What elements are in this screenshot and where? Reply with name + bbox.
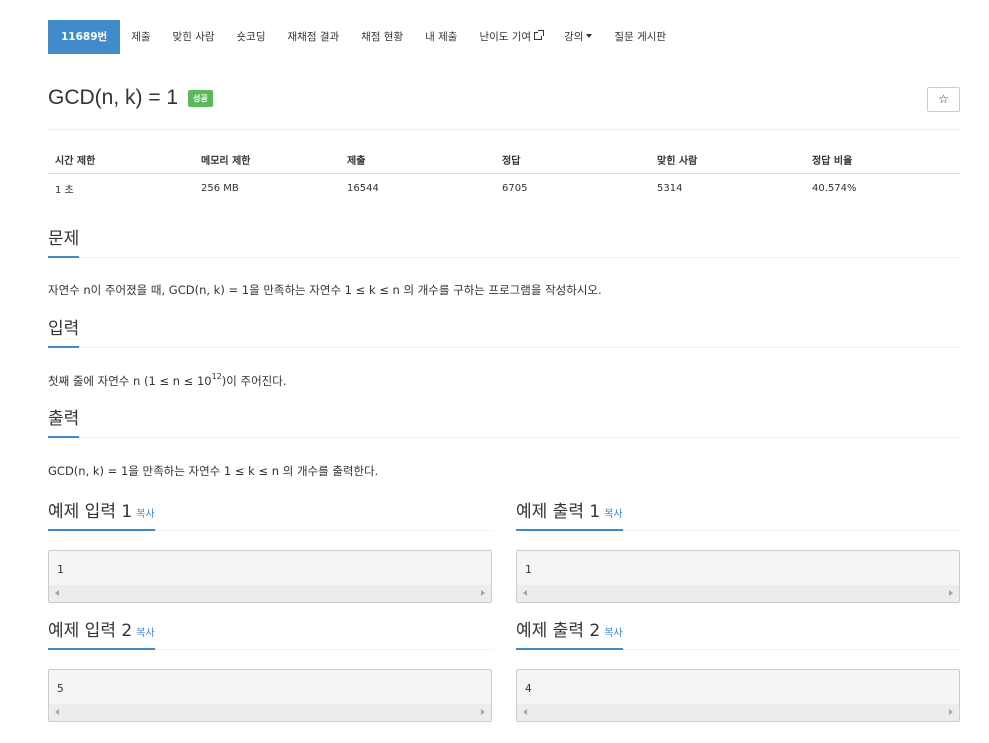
sample-input-1-value: 1 [57, 563, 64, 576]
copy-button[interactable]: 복사 [604, 628, 622, 639]
scroll-right-icon[interactable] [481, 709, 485, 715]
problem-info-table: 시간 제한 메모리 제한 제출 정답 맞힌 사람 정답 비율 1 초 256 M… [48, 146, 960, 202]
description-header: 문제 [48, 228, 960, 258]
sample-output-2-box[interactable]: 4 [516, 669, 960, 722]
tab-qna-board[interactable]: 질문 게시판 [603, 20, 677, 54]
sample-input-1-label: 예제 입력 1 [48, 502, 133, 522]
sample-output-2-title: 예제 출력 2 복사 [516, 620, 623, 650]
sample-output-1-title: 예제 출력 1 복사 [516, 501, 623, 531]
header-memory-limit: 메모리 제한 [201, 156, 251, 167]
tab-lectures-label: 강의 [564, 31, 584, 43]
problem-title: GCD(n, k) = 1 [48, 86, 179, 109]
header-ratio: 정답 비율 [812, 156, 853, 167]
divider [48, 129, 960, 130]
sample-input-1-box[interactable]: 1 [48, 550, 492, 603]
copy-button[interactable]: 복사 [136, 509, 154, 520]
sample-input-2-title: 예제 입력 2 복사 [48, 620, 155, 650]
tab-my-submissions[interactable]: 내 제출 [414, 20, 468, 54]
problem-page: 11689번 제출 맞힌 사람 숏코딩 재채점 결과 채점 현황 내 제출 난이… [0, 0, 989, 743]
sample-output-2-value: 4 [525, 682, 532, 695]
horizontal-scrollbar[interactable] [517, 704, 959, 721]
value-submissions: 16544 [347, 182, 379, 194]
page-title: GCD(n, k) = 1 성공 [48, 86, 213, 110]
horizontal-scrollbar[interactable] [49, 585, 491, 602]
copy-button[interactable]: 복사 [136, 628, 154, 639]
sample-input-2-label: 예제 입력 2 [48, 621, 133, 641]
tab-judge-status[interactable]: 채점 현황 [350, 20, 414, 54]
value-time-limit: 1 초 [55, 184, 74, 196]
sample-input-2-value: 5 [57, 682, 64, 695]
sample-output-2-label: 예제 출력 2 [516, 621, 601, 641]
value-solvers: 5314 [657, 182, 683, 194]
header-solvers: 맞힌 사람 [657, 156, 698, 167]
description-title: 문제 [48, 228, 80, 258]
tab-rejudge-results[interactable]: 재채점 결과 [277, 20, 351, 54]
sample-input-1-header: 예제 입력 1 복사 [48, 501, 492, 531]
copy-button[interactable]: 복사 [604, 509, 622, 520]
sample-output-1-header: 예제 출력 1 복사 [516, 501, 960, 531]
input-text: 첫째 줄에 자연수 n (1 ≤ n ≤ 1012)이 주어진다. [48, 372, 286, 389]
tab-short-coding[interactable]: 숏코딩 [226, 20, 277, 54]
input-title: 입력 [48, 318, 80, 348]
tab-submit[interactable]: 제출 [120, 20, 161, 54]
output-text: GCD(n, k) = 1을 만족하는 자연수 1 ≤ k ≤ n 의 개수를 … [48, 464, 379, 478]
tab-difficulty-contribution[interactable]: 난이도 기여 [468, 20, 553, 54]
table-header-row: 시간 제한 메모리 제한 제출 정답 맞힌 사람 정답 비율 [48, 146, 960, 174]
scroll-right-icon[interactable] [949, 709, 953, 715]
output-header: 출력 [48, 408, 960, 438]
scroll-right-icon[interactable] [481, 590, 485, 596]
sample-output-1-value: 1 [525, 563, 532, 576]
value-accepted: 6705 [502, 182, 528, 194]
input-exponent: 12 [211, 372, 222, 381]
input-header: 입력 [48, 318, 960, 348]
caret-down-icon [586, 34, 593, 38]
horizontal-scrollbar[interactable] [517, 585, 959, 602]
output-title: 출력 [48, 408, 80, 438]
scroll-left-icon[interactable] [523, 709, 527, 715]
problem-nav-tabs: 11689번 제출 맞힌 사람 숏코딩 재채점 결과 채점 현황 내 제출 난이… [48, 20, 677, 54]
status-badge: 성공 [187, 90, 213, 107]
sample-input-2-header: 예제 입력 2 복사 [48, 620, 492, 650]
scroll-left-icon[interactable] [55, 709, 59, 715]
sample-output-2-header: 예제 출력 2 복사 [516, 620, 960, 650]
header-accepted: 정답 [502, 156, 521, 167]
tab-lectures-dropdown[interactable]: 강의 [553, 20, 603, 54]
value-ratio: 40.574% [812, 182, 857, 194]
sample-input-1-title: 예제 입력 1 복사 [48, 501, 155, 531]
star-icon: ☆ [938, 92, 949, 106]
tab-problem[interactable]: 11689번 [48, 20, 121, 54]
table-row: 1 초 256 MB 16544 6705 5314 40.574% [48, 174, 960, 202]
tab-solvers[interactable]: 맞힌 사람 [162, 20, 226, 54]
header-time-limit: 시간 제한 [55, 156, 96, 167]
external-link-icon [534, 30, 545, 40]
sample-input-2-box[interactable]: 5 [48, 669, 492, 722]
scroll-right-icon[interactable] [949, 590, 953, 596]
input-text-after: )이 주어진다. [221, 374, 287, 388]
description-text: 자연수 n이 주어졌을 때, GCD(n, k) = 1을 만족하는 자연수 1… [48, 283, 602, 297]
sample-output-1-box[interactable]: 1 [516, 550, 960, 603]
header-submissions: 제출 [347, 156, 366, 167]
input-text-before: 첫째 줄에 자연수 n (1 ≤ n ≤ 10 [48, 374, 212, 388]
favorite-button[interactable]: ☆ [927, 87, 960, 112]
horizontal-scrollbar[interactable] [49, 704, 491, 721]
sample-output-1-label: 예제 출력 1 [516, 502, 601, 522]
scroll-left-icon[interactable] [55, 590, 59, 596]
tab-difficulty-label: 난이도 기여 [479, 31, 532, 43]
scroll-left-icon[interactable] [523, 590, 527, 596]
value-memory-limit: 256 MB [201, 182, 239, 194]
